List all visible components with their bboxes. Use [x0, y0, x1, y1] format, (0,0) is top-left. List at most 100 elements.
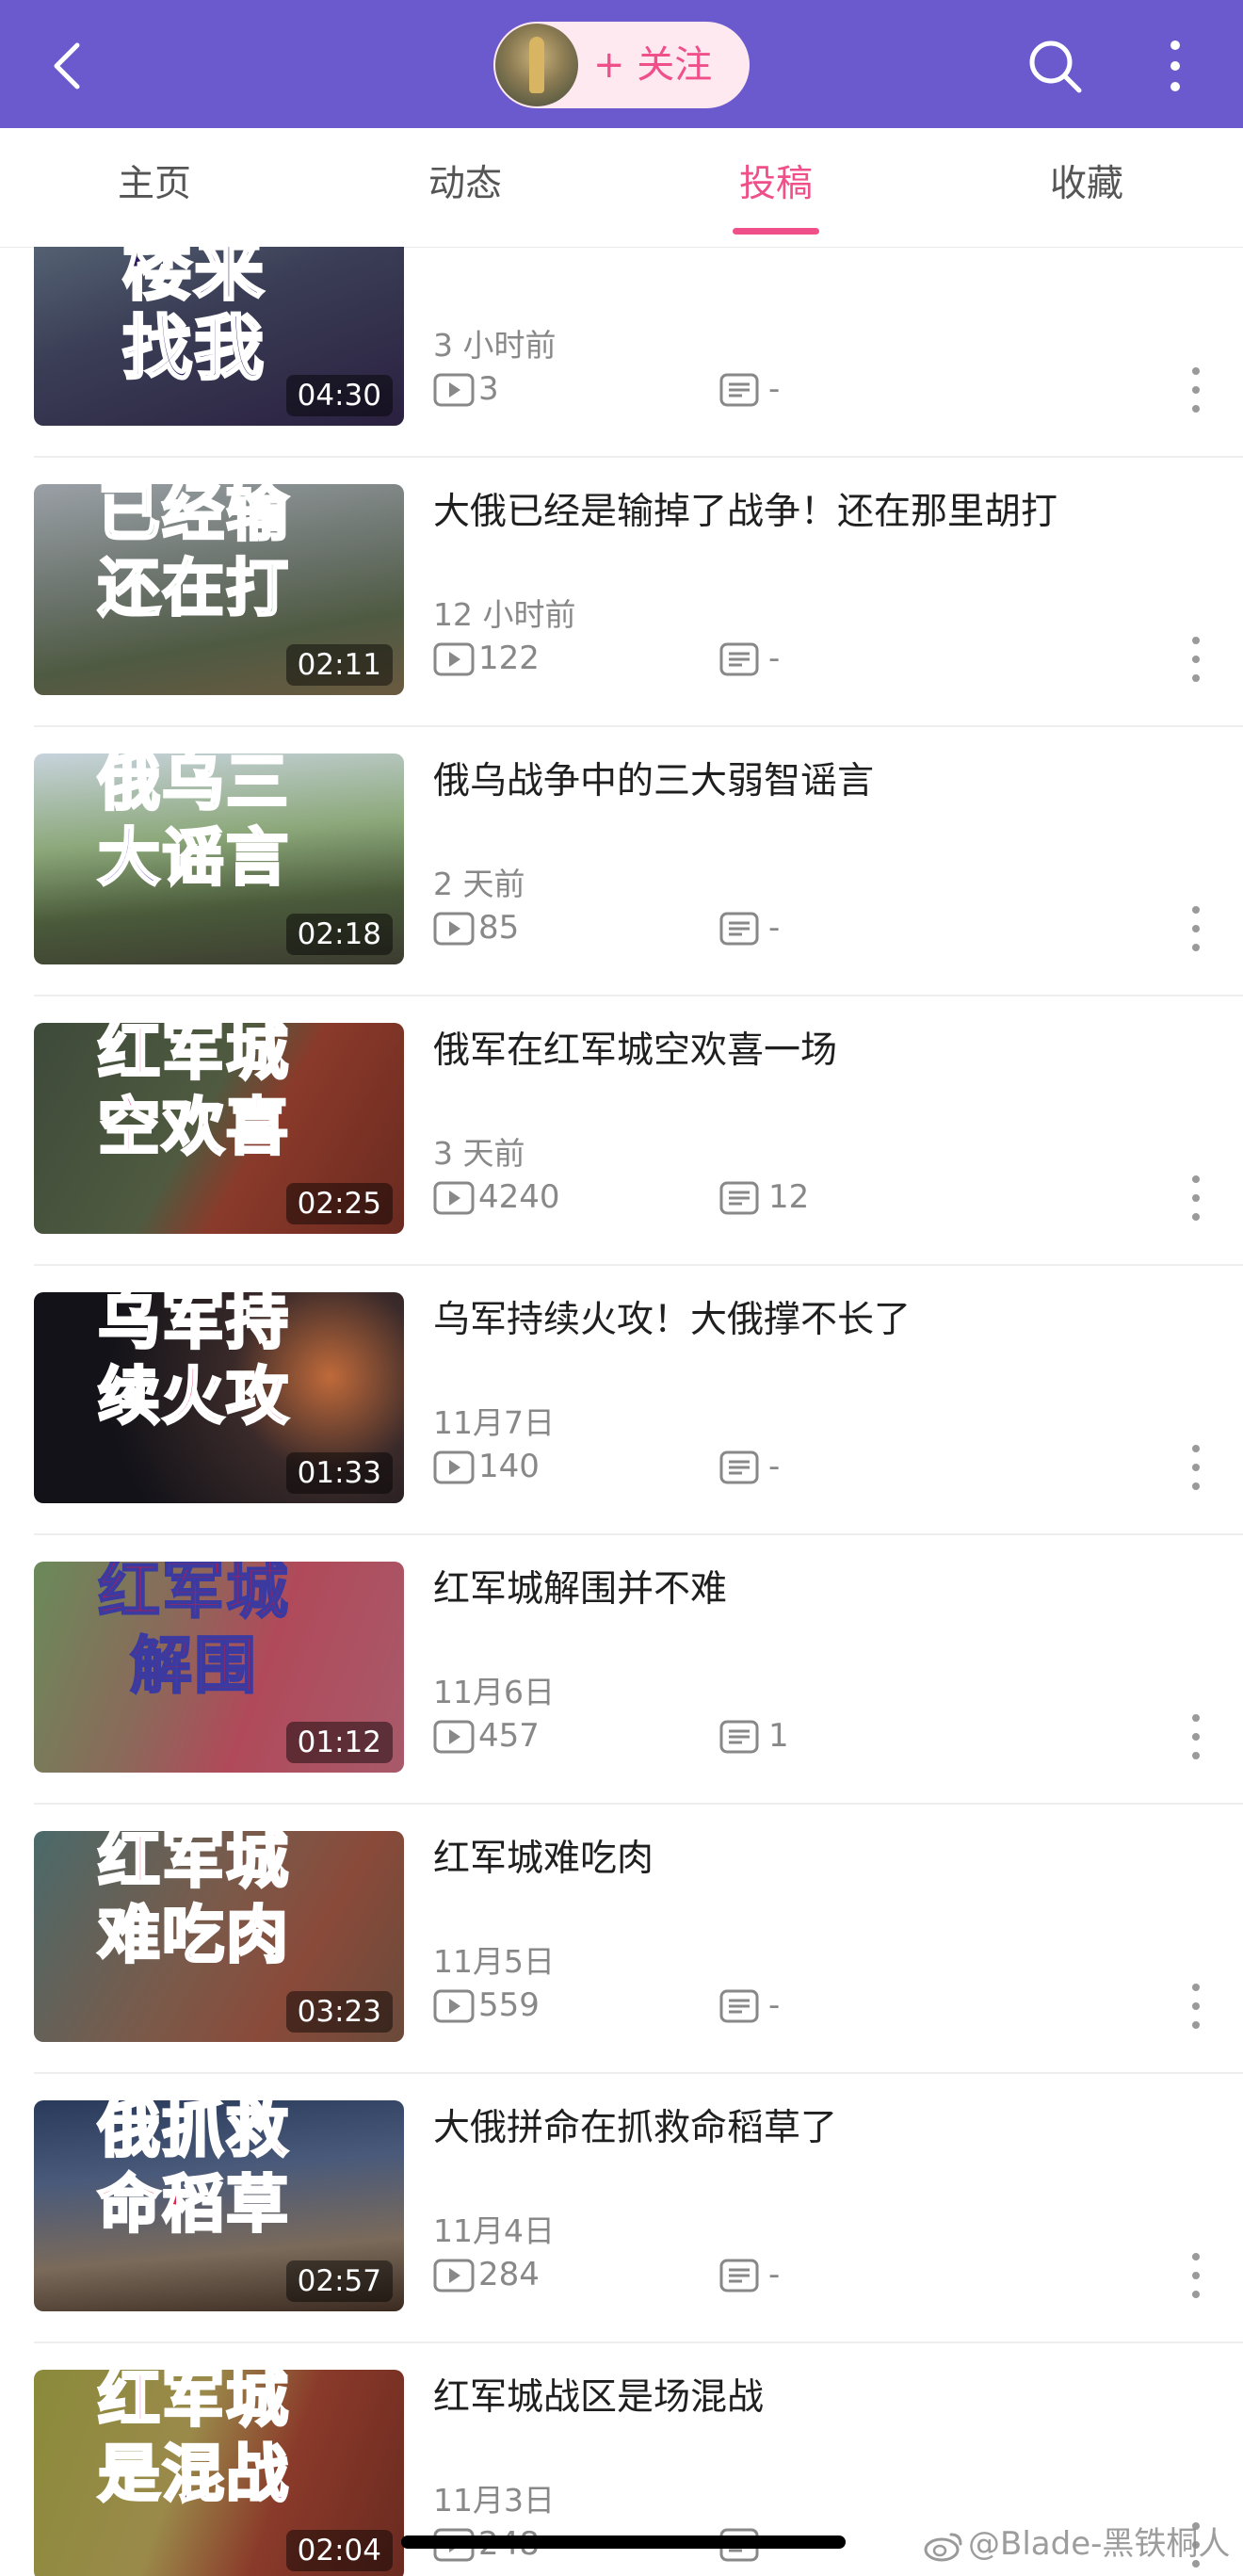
video-thumbnail[interactable]: 红军城是混战 02:04: [34, 2370, 404, 2576]
more-vertical-icon[interactable]: [1188, 1441, 1203, 1494]
more-vertical-icon[interactable]: [1188, 2249, 1203, 2302]
comment-count: -: [768, 370, 781, 408]
play-count-icon: [433, 912, 475, 946]
duration-badge: 02:11: [285, 644, 393, 686]
thumbnail-caption: 俄抓救命稻草: [97, 2100, 290, 2243]
play-count-icon: [433, 1989, 475, 2023]
play-count: 559: [478, 1986, 540, 2024]
more-vertical-icon[interactable]: [1158, 38, 1192, 94]
more-vertical-icon[interactable]: [1188, 633, 1203, 686]
comment-count-icon: [719, 373, 759, 407]
list-item[interactable]: 俄抓救命稻草 02:57 大俄拼命在抓救命稻草了 11月4日 284 -: [0, 2074, 1243, 2343]
publish-time: 2 天前: [433, 866, 525, 902]
play-count-icon: [433, 1181, 475, 1215]
thumbnail-caption: 红军城是混战: [97, 2370, 290, 2512]
publish-time: 11月4日: [433, 2212, 555, 2249]
video-thumbnail[interactable]: 俄抓救命稻草 02:57: [34, 2100, 404, 2311]
duration-badge: 01:33: [285, 1452, 393, 1494]
video-title[interactable]: 红军城解围并不难: [433, 1562, 1177, 1618]
comment-count-icon: [719, 1181, 759, 1215]
comment-count: 12: [768, 1178, 810, 1216]
play-count: 122: [478, 640, 540, 677]
video-thumbnail[interactable]: 红军城解围 01:12: [34, 1562, 404, 1773]
thumbnail-caption: 乌军持续火攻: [97, 1292, 290, 1434]
search-icon[interactable]: [1026, 38, 1083, 94]
duration-badge: 01:12: [285, 1722, 393, 1763]
tab-home[interactable]: 主页: [60, 156, 249, 213]
more-vertical-icon[interactable]: [1188, 1710, 1203, 1763]
publish-time: 11月5日: [433, 1943, 555, 1980]
video-title[interactable]: 俄乌战争中的三大弱智谣言: [433, 753, 1177, 810]
thumbnail-caption: 红军城解围: [97, 1562, 290, 1703]
video-title[interactable]: 红军城难吃肉: [433, 1831, 1177, 1887]
list-item[interactable]: 楼来找我 04:30 3 小时前 3 -: [0, 247, 1243, 458]
tab-submissions[interactable]: 投稿: [682, 156, 870, 213]
comment-count: -: [768, 909, 781, 947]
thumbnail-caption: 楼来找我: [121, 247, 266, 390]
thumbnail-caption: 俄乌三大谣言: [97, 753, 290, 896]
video-thumbnail[interactable]: 红军城空欢喜 02:25: [34, 1023, 404, 1234]
comment-count-icon: [719, 912, 759, 946]
video-title[interactable]: 大俄已经是输掉了战争！还在那里胡打: [433, 484, 1177, 541]
comment-count-icon: [719, 1989, 759, 2023]
comment-count-icon: [719, 1720, 759, 1754]
video-title[interactable]: 俄军在红军城空欢喜一场: [433, 1023, 1177, 1079]
weibo-icon: [924, 2533, 962, 2561]
list-item[interactable]: 俄乌三大谣言 02:18 俄乌战争中的三大弱智谣言 2 天前 85 -: [0, 727, 1243, 996]
publish-time: 12 小时前: [433, 596, 576, 633]
video-title[interactable]: 红军城战区是场混战: [433, 2370, 1177, 2426]
list-item[interactable]: 已经输还在打 02:11 大俄已经是输掉了战争！还在那里胡打 12 小时前 12…: [0, 458, 1243, 727]
video-thumbnail[interactable]: 俄乌三大谣言 02:18: [34, 753, 404, 964]
publish-time: 11月3日: [433, 2482, 555, 2519]
duration-badge: 02:25: [285, 1183, 393, 1224]
play-count-icon: [433, 642, 475, 676]
watermark: @Blade-黑铁桐人: [923, 2519, 1230, 2568]
list-item[interactable]: 乌军持续火攻 01:33 乌军持续火攻！大俄撑不长了 11月7日 140 -: [0, 1266, 1243, 1535]
publish-time: 11月7日: [433, 1404, 555, 1441]
video-list[interactable]: 楼来找我 04:30 3 小时前 3 - 已经输还在打 02:11 大俄已经是输…: [0, 247, 1243, 2576]
play-count: 85: [478, 909, 520, 947]
comment-count-icon: [719, 1450, 759, 1484]
video-title[interactable]: 大俄拼命在抓救命稻草了: [433, 2100, 1177, 2157]
publish-time: 11月6日: [433, 1674, 555, 1710]
home-indicator[interactable]: [401, 2535, 846, 2549]
play-count-icon: [433, 373, 475, 407]
play-count: 457: [478, 1717, 540, 1755]
comment-count: -: [768, 2256, 781, 2293]
list-item[interactable]: 红军城空欢喜 02:25 俄军在红军城空欢喜一场 3 天前 4240 12: [0, 996, 1243, 1266]
comment-count: -: [768, 640, 781, 677]
more-vertical-icon[interactable]: [1188, 1172, 1203, 1224]
publish-time: 3 小时前: [433, 327, 557, 364]
list-item[interactable]: 红军城解围 01:12 红军城解围并不难 11月6日 457 1: [0, 1535, 1243, 1805]
video-thumbnail[interactable]: 楼来找我 04:30: [34, 247, 404, 426]
play-count-icon: [433, 2259, 475, 2292]
thumbnail-caption: 红军城空欢喜: [97, 1023, 290, 1165]
more-vertical-icon[interactable]: [1188, 1980, 1203, 2033]
follow-button[interactable]: + 关注: [493, 22, 750, 108]
play-count: 284: [478, 2256, 540, 2293]
comment-count: 1: [768, 1717, 789, 1755]
tab-favorites[interactable]: 收藏: [993, 156, 1181, 213]
play-count: 3: [478, 370, 499, 408]
video-thumbnail[interactable]: 已经输还在打 02:11: [34, 484, 404, 695]
thumbnail-caption: 红军城难吃肉: [97, 1831, 290, 1973]
video-thumbnail[interactable]: 乌军持续火攻 01:33: [34, 1292, 404, 1503]
duration-badge: 04:30: [285, 375, 393, 416]
video-thumbnail[interactable]: 红军城难吃肉 03:23: [34, 1831, 404, 2042]
avatar[interactable]: [495, 24, 578, 106]
comment-count: -: [768, 1448, 781, 1485]
more-vertical-icon[interactable]: [1188, 902, 1203, 955]
watermark-text: @Blade-黑铁桐人: [968, 2525, 1231, 2563]
tab-dynamics[interactable]: 动态: [371, 156, 559, 213]
list-item[interactable]: 红军城难吃肉 03:23 红军城难吃肉 11月5日 559 -: [0, 1805, 1243, 2074]
chevron-left-icon[interactable]: [49, 40, 87, 92]
more-vertical-icon[interactable]: [1188, 364, 1203, 416]
play-count-icon: [433, 1450, 475, 1484]
comment-count-icon: [719, 642, 759, 676]
video-title[interactable]: 乌军持续火攻！大俄撑不长了: [433, 1292, 1177, 1349]
play-count: 140: [478, 1448, 540, 1485]
play-count-icon: [433, 1720, 475, 1754]
play-count: 4240: [478, 1178, 560, 1216]
active-tab-indicator: [733, 228, 819, 235]
thumbnail-caption: 已经输还在打: [97, 484, 290, 626]
